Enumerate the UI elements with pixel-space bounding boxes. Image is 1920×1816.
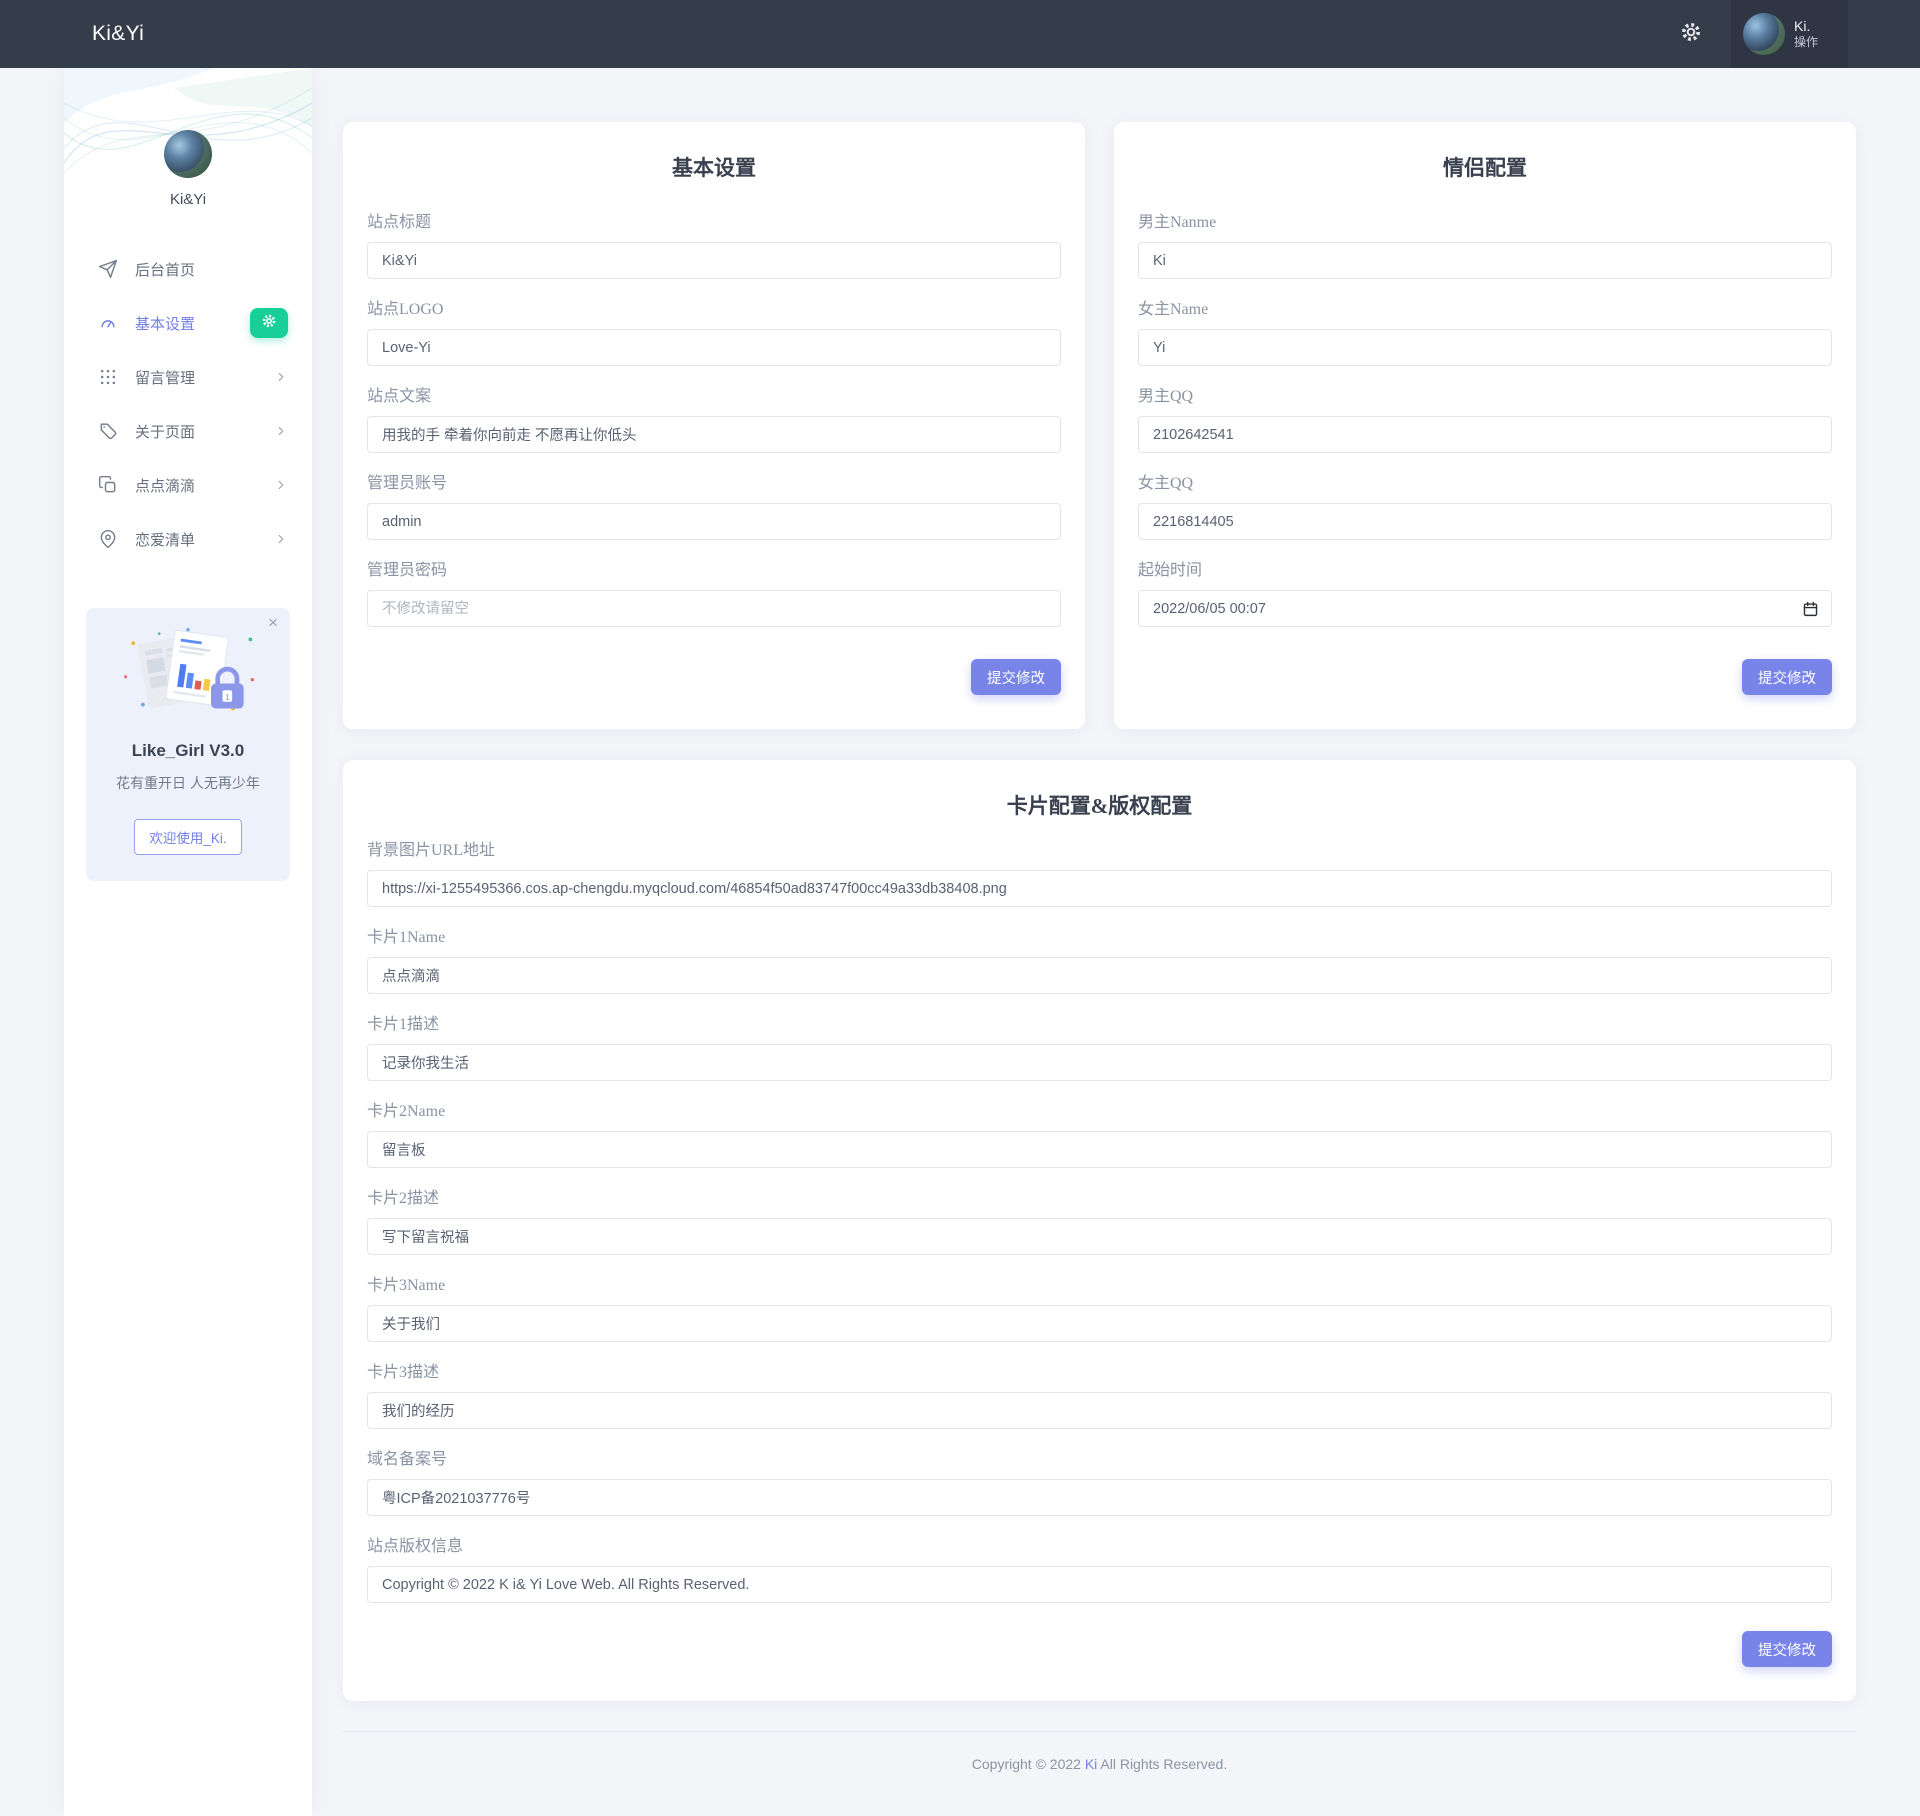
user-avatar (1743, 13, 1785, 55)
panel-title: 基本设置 (367, 152, 1061, 182)
admin-account-input[interactable] (367, 503, 1061, 540)
field-label: 卡片3描述 (367, 1358, 1832, 1382)
promo-title: Like_Girl V3.0 (98, 741, 278, 761)
field-label: 女主Name (1138, 295, 1832, 319)
submit-couple-button[interactable]: 提交修改 (1742, 659, 1832, 695)
footer-text-suffix: All Rights Reserved. (1097, 1756, 1227, 1772)
gear-icon (261, 313, 277, 333)
sidebar: Ki&Yi 后台首页 基本设置 (64, 68, 312, 1816)
field-label: 卡片2Name (367, 1097, 1832, 1121)
card2-name-input[interactable] (367, 1131, 1832, 1168)
card2-desc-input[interactable] (367, 1218, 1832, 1255)
field-label: 卡片1Name (367, 923, 1832, 947)
icp-number-input[interactable] (367, 1479, 1832, 1516)
field-label: 站点文案 (367, 382, 1061, 406)
female-qq-input[interactable] (1138, 503, 1832, 540)
gear-icon (1679, 20, 1703, 49)
lock-icon: 1 (211, 669, 244, 708)
field-label: 卡片3Name (367, 1271, 1832, 1295)
field-label: 男主QQ (1138, 382, 1832, 406)
panel-couple-config: 情侣配置 男主Nanme 女主Name 男主QQ 女主QQ 起始时间 (1114, 122, 1856, 729)
panel-basic-settings: 基本设置 站点标题 站点LOGO 站点文案 管理员账号 管理员密码 提交修改 (343, 122, 1085, 729)
main-content: 基本设置 站点标题 站点LOGO 站点文案 管理员账号 管理员密码 提交修改 情… (312, 68, 1920, 1802)
close-icon[interactable]: × (268, 614, 278, 631)
field-label: 站点版权信息 (367, 1532, 1832, 1556)
sidebar-item-label: 基本设置 (135, 313, 233, 334)
user-role: 操作 (1794, 35, 1818, 50)
user-menu[interactable]: Ki. 操作 (1731, 0, 1848, 68)
user-name: Ki. (1794, 18, 1818, 36)
top-navbar: Ki&Yi Ki. 操作 (0, 0, 1920, 68)
copy-icon (98, 475, 118, 495)
sidebar-item-basic-settings[interactable]: 基本设置 (64, 296, 312, 350)
field-label: 卡片1描述 (367, 1010, 1832, 1034)
field-label: 站点LOGO (367, 295, 1061, 319)
field-label: 背景图片URL地址 (367, 836, 1832, 860)
male-qq-input[interactable] (1138, 416, 1832, 453)
user-meta: Ki. 操作 (1794, 18, 1818, 51)
site-title-input[interactable] (367, 242, 1061, 279)
field-label: 卡片2描述 (367, 1184, 1832, 1208)
profile-name: Ki&Yi (64, 191, 312, 208)
panel-title: 情侣配置 (1138, 152, 1832, 182)
sidebar-item-label: 恋爱清单 (135, 529, 257, 550)
app-title: Ki&Yi (92, 22, 144, 46)
sidebar-item-dashboard[interactable]: 后台首页 (64, 242, 312, 296)
female-name-input[interactable] (1138, 329, 1832, 366)
sidebar-item-messages[interactable]: 留言管理 (64, 350, 312, 404)
bg-image-url-input[interactable] (367, 870, 1832, 907)
field-label: 站点标题 (367, 208, 1061, 232)
grid-dots-icon (98, 367, 118, 387)
sidebar-item-label: 关于页面 (135, 421, 257, 442)
site-slogan-input[interactable] (367, 416, 1061, 453)
promo-subtitle: 花有重开日 人无再少年 (98, 773, 278, 793)
field-label: 男主Nanme (1138, 208, 1832, 232)
sidebar-profile: Ki&Yi (64, 68, 312, 208)
site-logo-input[interactable] (367, 329, 1061, 366)
card3-name-input[interactable] (367, 1305, 1832, 1342)
sidebar-item-label: 留言管理 (135, 367, 257, 388)
start-time-input[interactable] (1138, 590, 1832, 627)
card1-name-input[interactable] (367, 957, 1832, 994)
copyright-text-input[interactable] (367, 1566, 1832, 1603)
sidebar-menu: 后台首页 基本设置 (64, 242, 312, 566)
chevron-right-icon (274, 532, 288, 546)
field-label: 起始时间 (1138, 556, 1832, 580)
page-footer: Copyright © 2022 Ki All Rights Reserved. (343, 1731, 1856, 1802)
sidebar-item-about-page[interactable]: 关于页面 (64, 404, 312, 458)
promo-welcome-button[interactable]: 欢迎使用_Ki. (134, 819, 241, 855)
sidebar-item-moments[interactable]: 点点滴滴 (64, 458, 312, 512)
svg-text:1: 1 (225, 692, 230, 702)
chevron-right-icon (274, 424, 288, 438)
admin-password-input[interactable] (367, 590, 1061, 627)
chevron-right-icon (274, 478, 288, 492)
gauge-icon (98, 313, 118, 333)
field-label: 管理员账号 (367, 469, 1061, 493)
panel-title: 卡片配置&版权配置 (367, 790, 1832, 820)
footer-text-prefix: Copyright © 2022 (972, 1756, 1085, 1772)
sidebar-item-love-list[interactable]: 恋爱清单 (64, 512, 312, 566)
settings-button[interactable] (1679, 20, 1703, 49)
sidebar-item-label: 后台首页 (135, 259, 288, 280)
promo-illustration: 1 (113, 624, 263, 720)
active-settings-badge (250, 308, 288, 338)
promo-card: × (86, 608, 290, 881)
tag-icon (98, 421, 118, 441)
submit-cards-button[interactable]: 提交修改 (1742, 1631, 1832, 1667)
field-label: 域名备案号 (367, 1445, 1832, 1469)
field-label: 管理员密码 (367, 556, 1061, 580)
map-pin-icon (98, 529, 118, 549)
submit-basic-button[interactable]: 提交修改 (971, 659, 1061, 695)
field-label: 女主QQ (1138, 469, 1832, 493)
footer-link[interactable]: Ki (1085, 1756, 1097, 1772)
send-icon (98, 259, 118, 279)
panel-cards-copyright: 卡片配置&版权配置 背景图片URL地址 卡片1Name 卡片1描述 卡片2Nam… (343, 760, 1856, 1701)
sidebar-item-label: 点点滴滴 (135, 475, 257, 496)
chevron-right-icon (274, 370, 288, 384)
card1-desc-input[interactable] (367, 1044, 1832, 1081)
male-name-input[interactable] (1138, 242, 1832, 279)
profile-avatar[interactable] (164, 130, 212, 178)
card3-desc-input[interactable] (367, 1392, 1832, 1429)
